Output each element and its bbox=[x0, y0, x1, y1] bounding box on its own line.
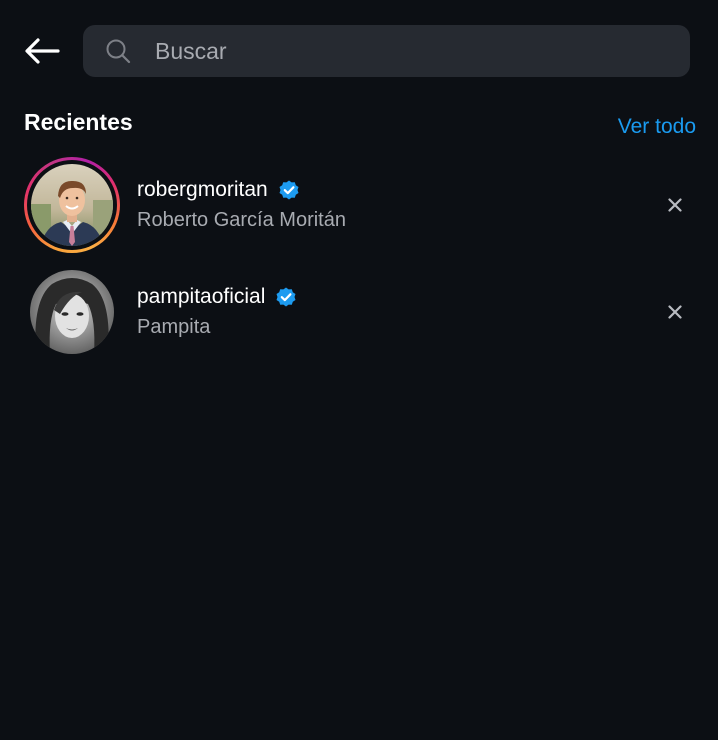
avatar-container[interactable] bbox=[24, 264, 120, 360]
avatar bbox=[31, 164, 113, 246]
close-icon bbox=[668, 305, 682, 319]
remove-recent-button[interactable] bbox=[660, 190, 690, 220]
search-bar[interactable] bbox=[83, 25, 690, 77]
recent-item[interactable]: pampitaoficial Pampita bbox=[0, 262, 718, 362]
recent-item[interactable]: robergmoritan Roberto García Moritán bbox=[0, 155, 718, 255]
verified-badge-icon bbox=[276, 287, 296, 307]
username: robergmoritan bbox=[137, 178, 268, 201]
arrow-left-icon bbox=[25, 38, 60, 64]
top-bar bbox=[0, 0, 718, 100]
section-title-recent: Recientes bbox=[24, 109, 133, 135]
back-button[interactable] bbox=[20, 32, 64, 70]
remove-recent-button[interactable] bbox=[660, 297, 690, 327]
search-input[interactable] bbox=[155, 25, 675, 77]
close-icon bbox=[668, 198, 682, 212]
see-all-link[interactable]: Ver todo bbox=[618, 114, 696, 140]
search-icon bbox=[106, 39, 131, 64]
verified-badge-icon bbox=[279, 180, 299, 200]
avatar bbox=[30, 270, 114, 354]
username: pampitaoficial bbox=[137, 285, 266, 308]
avatar-story-ring[interactable] bbox=[24, 157, 120, 253]
full-name: Pampita bbox=[137, 316, 211, 338]
full-name: Roberto García Moritán bbox=[137, 209, 346, 231]
